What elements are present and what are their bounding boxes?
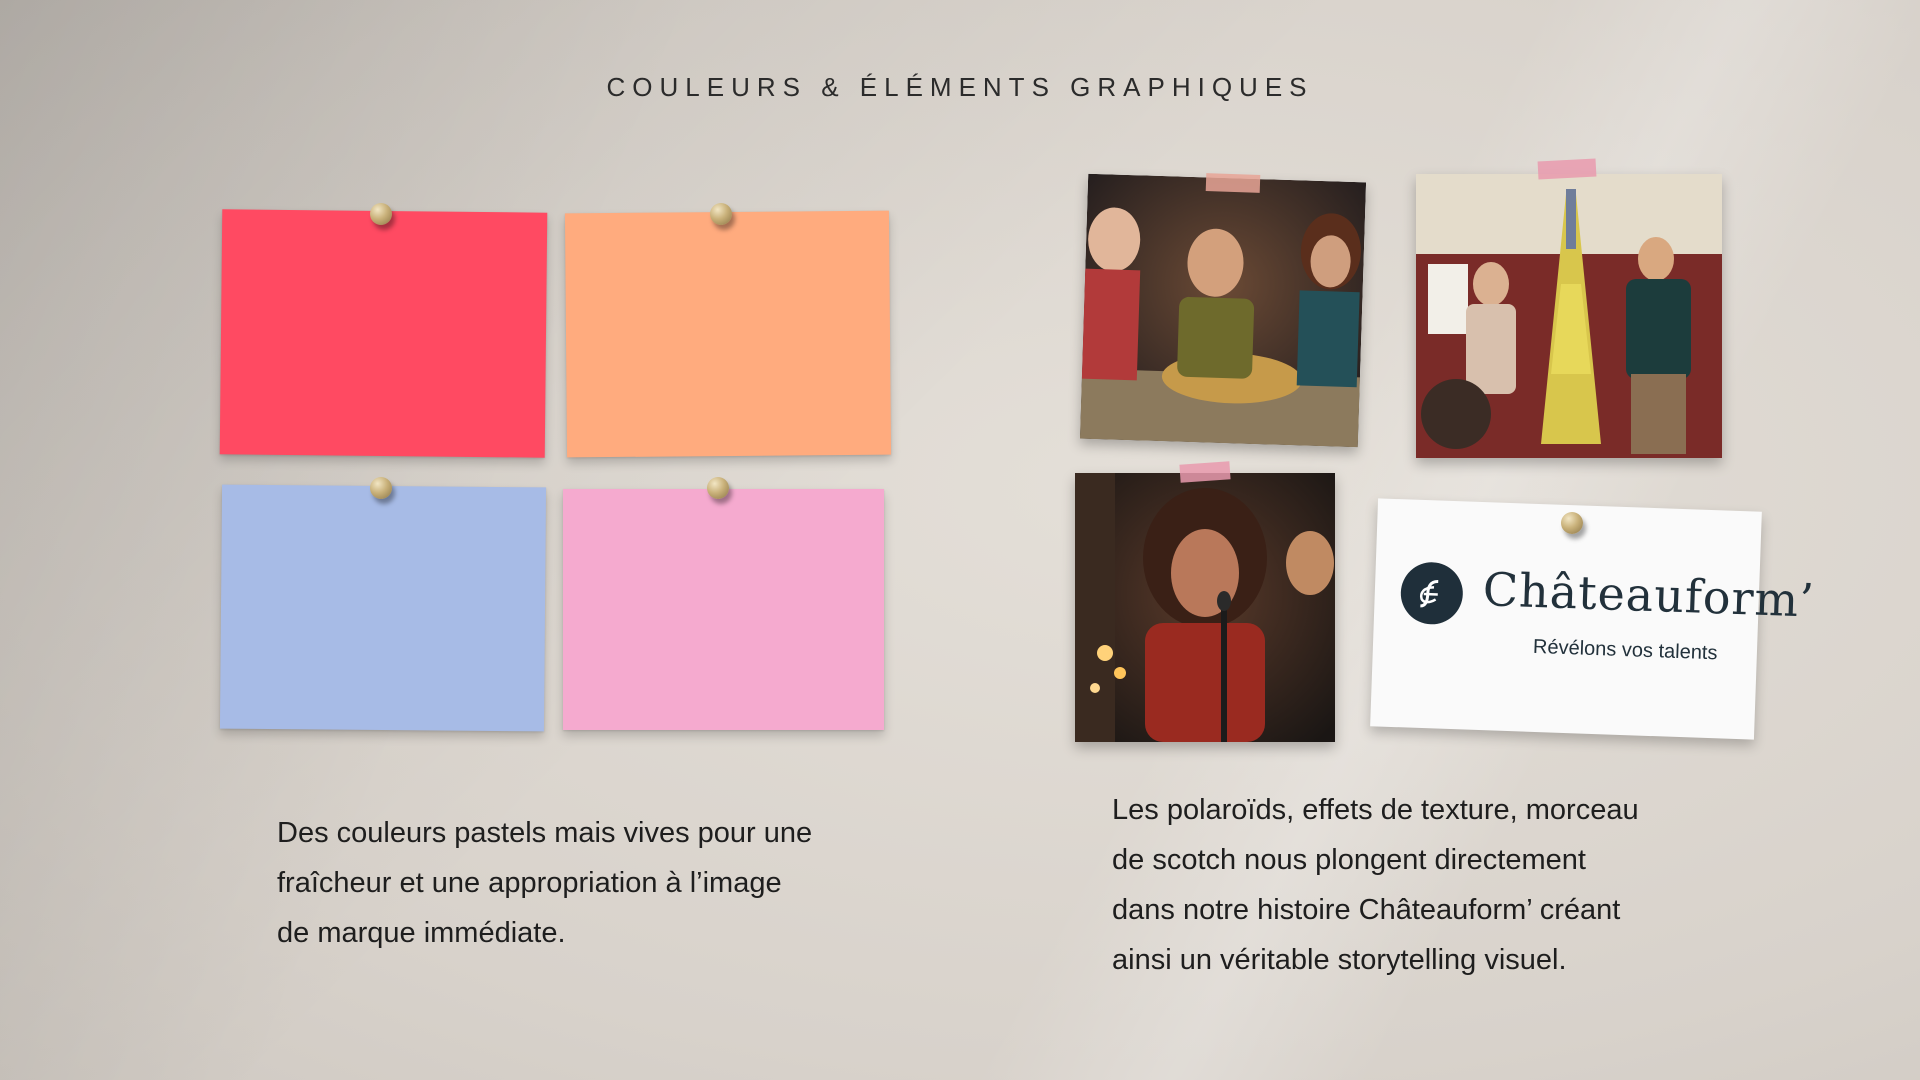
pin-icon	[370, 477, 392, 499]
pin-icon	[710, 203, 732, 225]
left-description-line: Des couleurs pastels mais vives pour une	[277, 817, 813, 849]
chateauform-logo-icon	[1399, 561, 1464, 626]
dinner-party-photo	[1079, 173, 1367, 448]
right-description-line: dans notre histoire Châteauform’ créant	[1112, 894, 1621, 926]
eiffel-tower-sticky-notes-photo	[1416, 174, 1722, 458]
red-swatch	[219, 209, 548, 458]
tape-strip	[1179, 461, 1231, 483]
tape-strip	[1537, 158, 1597, 180]
tape-strip	[1205, 173, 1261, 193]
pink-swatch	[563, 489, 884, 730]
pin-icon	[707, 477, 729, 499]
left-description: Des couleurs pastels mais vives pour une…	[277, 808, 812, 958]
brand-name: Châteauform’	[1482, 562, 1816, 628]
page-title: COULEURS & ÉLÉMENTS GRAPHIQUES	[606, 72, 1314, 102]
orange-swatch	[564, 210, 892, 458]
right-description-line: de scotch nous plongent directement	[1112, 844, 1586, 876]
right-description: Les polaroïds, effets de texture, morcea…	[1112, 785, 1639, 985]
pin-icon	[1561, 512, 1583, 534]
left-description-line: de marque immédiate.	[277, 917, 566, 949]
brand-tagline: Révélons vos talents	[1532, 635, 1718, 665]
right-description-line: ainsi un véritable storytelling visuel.	[1112, 944, 1567, 976]
left-description-line: fraîcheur et une appropriation à l’image	[277, 867, 782, 899]
pin-icon	[370, 203, 392, 225]
brand-logo-card: Châteauform’ Révélons vos talents	[1370, 498, 1816, 740]
singer-microphone-photo	[1075, 473, 1335, 742]
blue-swatch	[219, 484, 547, 732]
right-description-line: Les polaroïds, effets de texture, morcea…	[1112, 794, 1639, 826]
